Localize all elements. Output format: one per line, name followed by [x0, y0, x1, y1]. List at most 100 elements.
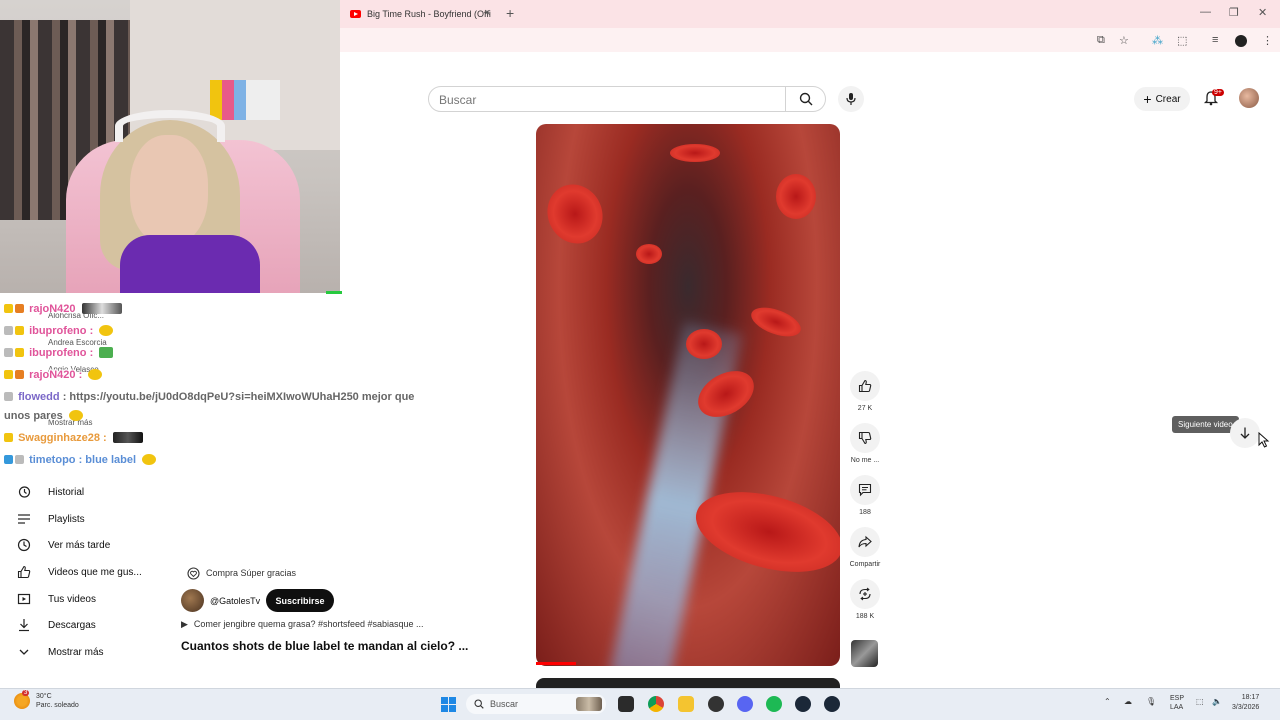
language-indicator[interactable]: ESP LAA: [1170, 694, 1184, 712]
chat-text: : blue label: [78, 454, 137, 466]
dislike-button[interactable]: No me ...: [846, 423, 884, 464]
browser-profile-icon[interactable]: [1235, 35, 1247, 47]
address-bar[interactable]: [340, 28, 1280, 52]
spotify-icon[interactable]: [766, 696, 782, 712]
watch-later-icon: [17, 538, 31, 552]
chat-text: unos pares: [4, 410, 63, 422]
chrome-icon[interactable]: [648, 696, 664, 712]
search-input[interactable]: Buscar: [428, 86, 786, 112]
mouse-cursor-icon: [1258, 432, 1270, 448]
plus-icon: +: [1143, 91, 1152, 107]
install-app-icon[interactable]: ⧉: [1097, 34, 1105, 47]
obs-icon[interactable]: [708, 696, 724, 712]
video-blood-cell: [537, 175, 613, 253]
channel-avatar[interactable]: [181, 589, 204, 612]
windows-start-icon[interactable]: [441, 697, 456, 712]
remix-circle[interactable]: [850, 579, 880, 609]
next-video-button[interactable]: [1230, 418, 1260, 448]
account-avatar[interactable]: [1239, 88, 1259, 108]
subscribe-button[interactable]: Suscribirse: [266, 589, 334, 612]
steam-alt-icon[interactable]: [824, 696, 840, 712]
minimize-button[interactable]: —: [1200, 6, 1211, 18]
taskbar-clock[interactable]: 18:17 3/3/2026: [1232, 693, 1259, 713]
arrow-down-icon: [1240, 427, 1250, 439]
voice-search-button[interactable]: [838, 86, 864, 112]
create-label: Crear: [1155, 93, 1181, 105]
weather-badge: 3: [22, 690, 30, 696]
search-placeholder: Buscar: [439, 93, 477, 107]
sidebar-item-your-videos[interactable]: Tus videos: [0, 587, 160, 611]
webcam-streamer-face: [130, 135, 208, 245]
weather-widget[interactable]: 3 30°C Parc. soleado: [14, 690, 79, 710]
chat-username: rajoN420: [29, 303, 76, 315]
sidebar-item-downloads[interactable]: Descargas: [0, 613, 160, 637]
sidebar-item-liked-videos[interactable]: Videos que me gus...: [0, 560, 160, 584]
weather-temperature: 30°C: [36, 693, 52, 700]
video-title[interactable]: Cuantos shots de blue label te mandan al…: [181, 639, 468, 653]
translate-extension-icon[interactable]: ⁂: [1152, 34, 1163, 47]
task-view-icon[interactable]: [618, 696, 634, 712]
media-control-icon[interactable]: ≡: [1212, 34, 1218, 46]
cloud-sync-icon[interactable]: ☁: [1124, 697, 1132, 706]
download-icon: [19, 619, 29, 632]
language-line2: LAA: [1170, 704, 1184, 711]
extensions-icon[interactable]: ⬚: [1177, 34, 1187, 47]
video-progress-bar[interactable]: [536, 662, 576, 665]
video-blood-cell: [670, 144, 720, 162]
comments-circle[interactable]: [850, 475, 880, 505]
bookmark-star-icon[interactable]: ☆: [1119, 34, 1129, 47]
emote-icon: [68, 410, 83, 421]
discord-icon[interactable]: [737, 696, 753, 712]
dislike-circle[interactable]: [850, 423, 880, 453]
taskbar-search[interactable]: Buscar: [466, 694, 606, 714]
chat-text: :: [89, 325, 94, 337]
microphone-tray-icon[interactable]: 🎙: [1146, 697, 1156, 706]
tab-close-icon[interactable]: ×: [484, 7, 490, 19]
chat-message: flowedd : https://youtu.be/jU0dO8dqPeU?s…: [4, 391, 414, 403]
description-text: Comer jengibre quema grasa? #shortsfeed …: [193, 619, 424, 629]
remix-button[interactable]: 188 K: [846, 579, 884, 620]
file-explorer-icon[interactable]: [678, 696, 694, 712]
next-video-tooltip: Siguiente video: [1172, 416, 1239, 433]
chat-badge-icon: [15, 326, 24, 335]
playlists-icon: [18, 514, 30, 524]
maximize-button[interactable]: ❐: [1229, 6, 1239, 19]
search-button[interactable]: [786, 86, 826, 112]
create-button[interactable]: + Crear: [1134, 87, 1190, 111]
network-icon[interactable]: ⬚: [1196, 697, 1204, 706]
short-video-player[interactable]: [536, 124, 840, 666]
sidebar-item-label: Ver más tarde: [48, 539, 111, 551]
sidebar-item-historial[interactable]: Historial: [0, 480, 160, 504]
browser-tab[interactable]: Big Time Rush - Boyfriend (Offi: [342, 4, 497, 24]
like-circle[interactable]: [850, 371, 880, 401]
thumbs-up-icon: [858, 379, 872, 393]
chat-username: flowedd: [18, 391, 60, 403]
video-blood-cell: [687, 477, 840, 587]
share-button[interactable]: Compartir: [846, 527, 884, 568]
sidebar-item-show-more[interactable]: Mostrar más: [0, 640, 160, 664]
like-button[interactable]: 27 K: [846, 371, 884, 412]
search-icon: [474, 699, 484, 709]
browser-menu-icon[interactable]: ⋮: [1262, 34, 1273, 47]
volume-icon[interactable]: 🔈: [1212, 697, 1222, 706]
chat-badge-icon: [4, 326, 13, 335]
super-thanks-button[interactable]: Compra Súper gracias: [181, 563, 302, 583]
comments-count: 188: [859, 509, 871, 516]
channel-name[interactable]: @GatolesTv: [210, 596, 260, 606]
sidebar-item-watch-later[interactable]: Ver más tarde: [0, 533, 160, 557]
emote-icon: [142, 454, 157, 465]
chat-username: ibuprofeno: [29, 325, 87, 337]
weather-sun-icon: 3: [14, 690, 30, 709]
close-window-button[interactable]: ✕: [1258, 6, 1267, 19]
chevron-down-icon: [19, 649, 29, 655]
new-tab-button[interactable]: +: [506, 5, 514, 21]
comments-button[interactable]: 188: [846, 475, 884, 516]
tray-overflow-icon[interactable]: ⌃: [1104, 697, 1111, 706]
super-thanks-icon: [187, 566, 200, 580]
sidebar-item-playlists[interactable]: Playlists: [0, 507, 160, 531]
steam-icon[interactable]: [795, 696, 811, 712]
chat-badge-icon: [15, 370, 24, 379]
sound-thumbnail[interactable]: [851, 640, 878, 667]
share-circle[interactable]: [850, 527, 880, 557]
video-description[interactable]: ▶ Comer jengibre quema grasa? #shortsfeed…: [181, 619, 424, 630]
